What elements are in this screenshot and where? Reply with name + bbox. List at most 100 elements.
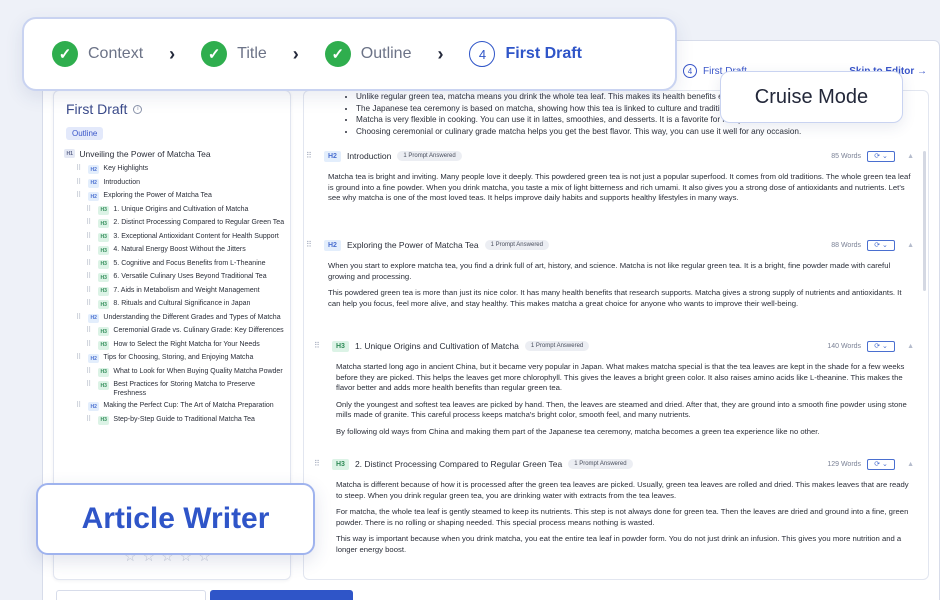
outline-item-text: 5. Cognitive and Focus Benefits from L-T… [113,259,266,267]
collapse-icon[interactable]: ▲ [907,461,914,468]
collapse-icon[interactable]: ▲ [907,242,914,249]
word-count: 88 Words [831,241,862,249]
drag-handle-icon[interactable]: ⠿ [86,219,94,227]
outline-item[interactable]: ⠿ H3 Best Practices for Storing Matcha to … [64,381,286,398]
drag-handle-icon[interactable]: ⠿ [86,416,94,424]
step-3[interactable]: ✓ Outline [324,41,412,67]
outline-item[interactable]: ⠿ H3 5. Cognitive and Focus Benefits from … [64,259,286,269]
section-paragraph: When you start to explore matcha tea, yo… [328,261,891,281]
outline-item-text: 6. Versatile Culinary Uses Beyond Tradit… [113,273,267,281]
outline-item[interactable]: ⠿ H3 6. Versatile Culinary Uses Beyond Tra… [64,273,286,283]
tab-outline[interactable]: Outline [66,127,104,140]
drag-handle-icon[interactable]: ⠿ [86,273,94,281]
drag-handle-icon[interactable]: ⠿ [86,341,94,349]
drag-handle-icon[interactable]: ⠿ [76,314,84,322]
drag-handle-icon[interactable]: ⠿ [76,354,84,362]
outline-item[interactable]: ⠿ H3 7. Aids in Metabolism and Weight Mana… [64,286,286,296]
drag-handle-icon[interactable]: ⠿ [86,381,94,389]
regenerate-dropdown-button[interactable]: ⟳ ⌄ [867,340,896,352]
section-header: H2 Exploring the Power of Matcha Tea 1 P… [324,238,914,252]
draft-section: ⠿ H2 Exploring the Power of Matcha Tea 1… [306,238,914,315]
outline-item-text: Tips for Choosing, Storing, and Enjoying… [103,354,254,362]
step-4[interactable]: 4 First Draft [469,41,582,67]
word-count: 85 Words [831,152,862,160]
outline-item[interactable]: ⠿ H3 4. Natural Energy Boost Without the J… [64,246,286,256]
section-title: 1. Unique Origins and Cultivation of Mat… [354,341,519,351]
section-body[interactable]: Matcha tea is bright and inviting. Many … [324,172,914,204]
outline-item[interactable]: ⠿ H3 8. Rituals and Cultural Significance … [64,300,286,310]
drag-handle-icon[interactable]: ⠿ [86,233,94,241]
drag-handle-icon[interactable]: ⠿ [86,327,94,335]
outline-item[interactable]: ⠿ H3 2. Distinct Processing Compared to Re… [64,219,286,229]
outline-item[interactable]: ⠿ H2 Exploring the Power of Matcha Tea [64,192,286,202]
heading-level-tag: H3 [98,246,110,256]
section-paragraph: Matcha is different because of how it is… [336,480,909,500]
outline-item[interactable]: ⠿ H3 3. Exceptional Antioxidant Content fo… [64,232,286,242]
prompt-answered-badge: 1 Prompt Answered [484,240,549,250]
check-icon: ✓ [52,41,78,67]
section-body[interactable]: Matcha is different because of how it is… [332,480,914,555]
outline-item[interactable]: ⠿ H2 Introduction [64,178,286,188]
drag-handle-icon[interactable]: ⠿ [86,300,94,308]
drag-handle-icon[interactable]: ⠿ [314,459,320,468]
outline-item[interactable]: ⠿ H3 Step-by-Step Guide to Traditional Mat… [64,415,286,425]
drag-handle-icon[interactable]: ⠿ [76,179,84,187]
highlight-bullet: Choosing ceremonial or culinary grade ma… [356,126,906,138]
outline-item[interactable]: ⠿ H2 Making the Perfect Cup: The Art of Ma… [64,402,286,412]
collapse-icon[interactable]: ▲ [907,153,914,160]
drag-handle-icon[interactable]: ⠿ [86,368,94,376]
panel-title-text: First Draft [66,101,128,117]
heading-level-tag: H1 [64,149,76,158]
drag-handle-icon[interactable]: ⠿ [86,246,94,254]
outline-item-text: 2. Distinct Processing Compared to Regul… [113,219,285,227]
heading-level-tag: H3 [98,340,110,350]
info-icon[interactable]: i [133,104,143,114]
outline-item-text: 1. Unique Origins and Cultivation of Mat… [113,205,249,213]
outline-item[interactable]: ⠿ H3 How to Select the Right Matcha for Yo… [64,340,286,350]
panel-title: First Draft i [66,101,143,117]
step-label: First Draft [505,45,582,62]
section-header: H3 2. Distinct Processing Compared to Re… [332,457,914,471]
drag-handle-icon[interactable]: ⠿ [76,192,84,200]
drag-handle-icon[interactable]: ⠿ [76,402,84,410]
chevron-right-icon: › [169,43,176,64]
regenerate-dropdown-button[interactable]: ⟳ ⌄ [867,150,896,162]
drag-handle-icon[interactable]: ⠿ [76,165,84,173]
section-header: H3 1. Unique Origins and Cultivation of … [332,339,914,353]
section-body[interactable]: Matcha started long ago in ancient China… [332,362,914,437]
step-label: Outline [360,45,412,62]
draft-section: ⠿ H2 Introduction 1 Prompt Answered 85 W… [306,149,914,210]
bottom-primary-button[interactable] [210,590,353,600]
scrollbar[interactable] [923,151,926,291]
drag-handle-icon[interactable]: ⠿ [314,341,320,350]
section-body[interactable]: When you start to explore matcha tea, yo… [324,261,914,309]
drag-handle-icon[interactable]: ⠿ [86,287,94,295]
outline-item[interactable]: ⠿ H3 Ceremonial Grade vs. Culinary Grade: … [64,327,286,337]
drag-handle-icon[interactable]: ⠿ [86,206,94,214]
outline-item[interactable]: ⠿ H2 Understanding the Different Grades an… [64,313,286,323]
collapse-icon[interactable]: ▲ [907,343,914,350]
drag-handle-icon[interactable]: ⠿ [306,151,312,160]
outline-item[interactable]: ⠿ H2 Key Highlights [64,165,286,175]
step-number: 4 [469,41,496,67]
step-label: Context [88,45,144,62]
heading-level-tag: H3 [98,205,110,215]
regenerate-dropdown-button[interactable]: ⟳ ⌄ [867,458,896,470]
drag-handle-icon[interactable]: ⠿ [86,260,94,268]
draft-content: Unlike regular green tea, matcha means y… [303,90,929,580]
step-2[interactable]: ✓ Title [201,41,267,67]
outline-item[interactable]: H1 Unveiling the Power of Matcha Tea [64,149,286,159]
heading-level-tag: H2 [88,165,100,175]
outline-item[interactable]: ⠿ H3 1. Unique Origins and Cultivation of … [64,205,286,215]
step-1[interactable]: ✓ Context [52,41,143,67]
cruise-mode-badge[interactable]: Cruise Mode [720,71,903,123]
drag-handle-icon[interactable]: ⠿ [306,240,312,249]
regenerate-dropdown-button[interactable]: ⟳ ⌄ [867,239,896,251]
draft-section: ⠿ H3 2. Distinct Processing Compared to … [314,457,914,561]
outline-item[interactable]: ⠿ H2 Tips for Choosing, Storing, and Enjoy… [64,354,286,364]
bottom-secondary-button[interactable] [56,590,206,600]
outline-item[interactable]: ⠿ H3 What to Look for When Buying Quality … [64,367,286,377]
section-paragraph: This powdered green tea is more than jus… [328,288,902,308]
section-paragraph: This way is important because when you d… [336,534,902,554]
prompt-answered-badge: 1 Prompt Answered [524,341,590,351]
